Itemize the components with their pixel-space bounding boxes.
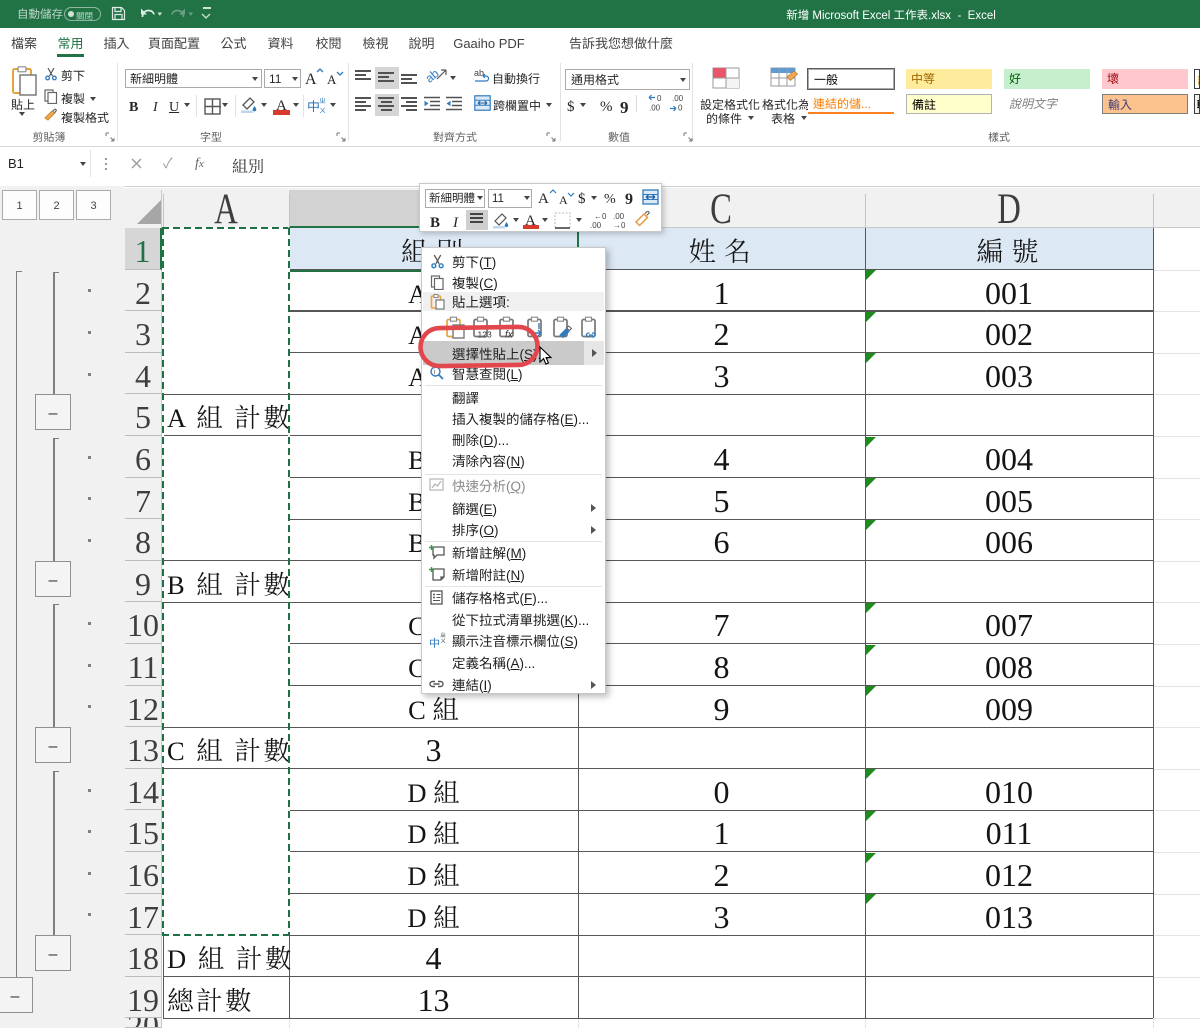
- svg-text:.00: .00: [590, 220, 602, 230]
- svg-text:0: 0: [678, 103, 683, 113]
- svg-text:.00: .00: [649, 103, 661, 113]
- svg-text:→0: →0: [613, 220, 626, 230]
- svg-text:ab: ab: [474, 68, 484, 79]
